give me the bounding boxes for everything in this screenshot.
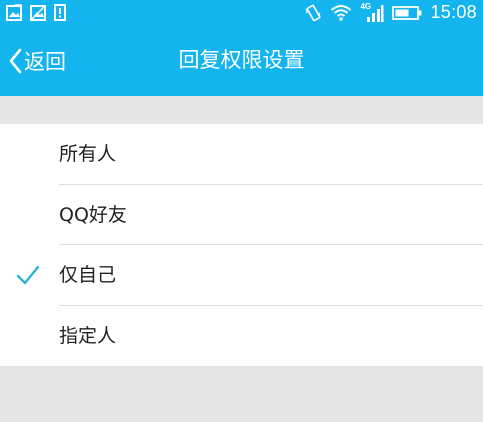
- checkmark-icon: [16, 326, 40, 346]
- page-title: 回复权限设置: [178, 48, 305, 72]
- option-only-me[interactable]: 仅自己: [0, 245, 483, 306]
- option-label: 仅自己: [59, 264, 117, 286]
- checkmark-icon: [16, 144, 40, 164]
- status-bar-system: 4G 15:08: [304, 0, 477, 25]
- signal-icon: [367, 4, 384, 22]
- wifi-icon: [331, 5, 352, 21]
- battery-icon: [392, 5, 422, 20]
- alert-icon: [54, 4, 66, 21]
- vibrate-icon: [305, 4, 321, 21]
- status-bar-notifications: [6, 4, 66, 21]
- status-bar: 4G 15:08: [0, 0, 483, 25]
- option-specific-people[interactable]: 指定人: [0, 306, 483, 367]
- option-everyone[interactable]: 所有人: [0, 124, 483, 185]
- option-label: 指定人: [59, 324, 117, 347]
- back-label: 返回: [24, 49, 66, 74]
- permission-options-list: 所有人 QQ好友 仅自己 指定人: [0, 124, 483, 366]
- nav-bar: 返回 回复权限设置: [0, 25, 483, 96]
- chevron-left-icon: [9, 48, 22, 73]
- notification-image-icon: [6, 4, 22, 21]
- back-button[interactable]: 返回: [8, 25, 66, 96]
- checkmark-icon: [16, 205, 40, 225]
- signal-indicator: 4G: [360, 2, 384, 23]
- option-label: QQ好友: [59, 203, 127, 226]
- clock: 15:08: [430, 2, 477, 22]
- option-label: 所有人: [59, 143, 117, 165]
- gallery-icon: [30, 5, 46, 21]
- checkmark-icon: [16, 265, 40, 285]
- option-qq-friends[interactable]: QQ好友: [0, 185, 483, 245]
